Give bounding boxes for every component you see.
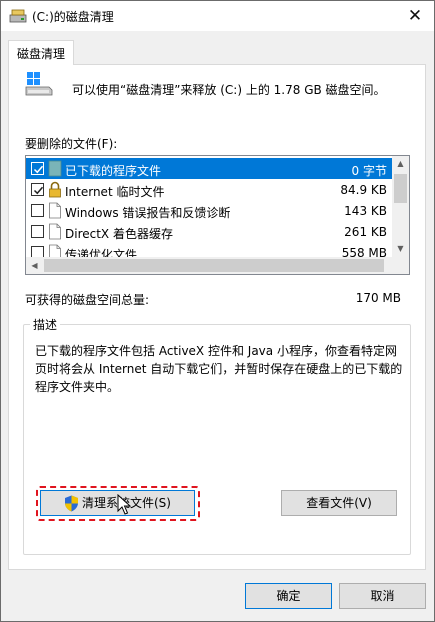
file-icon — [49, 202, 61, 219]
drive-icon — [25, 72, 53, 96]
vertical-scrollbar[interactable]: ▲ ▼ — [392, 156, 409, 257]
title-bar[interactable]: (C:)的磁盘清理 ✕ — [1, 1, 434, 31]
files-to-delete-label: 要删除的文件(F): — [25, 137, 118, 151]
file-size: 84.9 KB — [340, 183, 387, 197]
description-title: 描述 — [30, 316, 61, 333]
file-size: 143 KB — [344, 204, 387, 218]
horizontal-scrollbar[interactable]: ◀ ▶ — [26, 257, 409, 274]
file-name: Windows 错误报告和反馈诊断 — [65, 206, 231, 220]
space-total-label: 可获得的磁盘空间总量: — [25, 293, 150, 307]
tab-disk-cleanup[interactable]: 磁盘清理 — [8, 40, 74, 65]
list-item[interactable]: DirectX 着色器缓存 261 KB — [26, 221, 393, 242]
file-name: 已下载的程序文件 — [65, 164, 162, 178]
checkbox[interactable] — [31, 204, 44, 217]
description-text: 已下载的程序文件包括 ActiveX 控件和 Java 小程序，你查看特定网页时… — [35, 344, 403, 394]
cancel-button[interactable]: 取消 — [339, 583, 426, 609]
file-name: DirectX 着色器缓存 — [65, 227, 173, 241]
clean-system-files-label: 清理系统文件(S) — [82, 496, 171, 510]
list-item[interactable]: Windows 错误报告和反馈诊断 143 KB — [26, 200, 393, 221]
disk-cleanup-icon — [9, 9, 27, 23]
scroll-up-arrow-icon[interactable]: ▲ — [392, 156, 409, 172]
file-icon — [49, 223, 61, 240]
clean-system-files-button[interactable]: 清理系统文件(S) — [40, 490, 195, 516]
tab-label: 磁盘清理 — [17, 47, 66, 61]
scroll-thumb[interactable] — [394, 174, 407, 203]
scroll-left-arrow-icon[interactable]: ◀ — [26, 257, 43, 274]
checkbox[interactable] — [31, 162, 44, 175]
lock-icon — [49, 181, 61, 198]
checkbox[interactable] — [31, 225, 44, 238]
info-text: 可以使用“磁盘清理”来释放 (C:) 上的 1.78 GB 磁盘空间。 — [72, 83, 386, 97]
view-files-button[interactable]: 查看文件(V) — [281, 490, 397, 516]
file-size: 261 KB — [344, 225, 387, 239]
files-listbox[interactable]: 已下载的程序文件 0 字节 Internet 临时文件 84.9 KB Wind… — [25, 155, 410, 275]
folder-icon — [48, 160, 62, 177]
list-item[interactable]: 已下载的程序文件 0 字节 — [26, 158, 393, 179]
file-size: 0 字节 — [351, 164, 387, 178]
close-button[interactable]: ✕ — [400, 3, 430, 29]
scroll-down-arrow-icon[interactable]: ▼ — [392, 241, 409, 257]
scroll-corner — [392, 257, 409, 274]
file-name: Internet 临时文件 — [65, 185, 165, 199]
scroll-thumb[interactable] — [44, 259, 384, 272]
ok-button[interactable]: 确定 — [245, 583, 332, 609]
shield-icon — [65, 495, 78, 512]
checkbox[interactable] — [31, 183, 44, 196]
space-total-value: 170 MB — [355, 291, 401, 305]
list-item[interactable]: Internet 临时文件 84.9 KB — [26, 179, 393, 200]
window-title: (C:)的磁盘清理 — [32, 10, 114, 24]
